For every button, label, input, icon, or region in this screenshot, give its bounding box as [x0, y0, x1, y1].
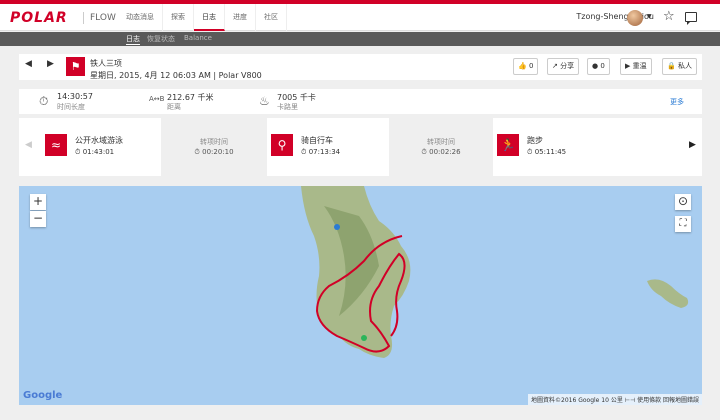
privacy-label: 私人	[677, 62, 692, 70]
stat-label: 卡路里	[277, 103, 298, 111]
subnav-diary[interactable]: 日志	[126, 34, 140, 45]
flame-icon: ♨	[259, 94, 270, 108]
run-icon: 🏃	[497, 134, 519, 156]
leg-bike[interactable]: ⚲ 骑自行车 ⏱ 07:13:34	[267, 118, 389, 176]
zoom-out-button[interactable]: −	[30, 211, 46, 227]
stat-label: 距离	[167, 103, 181, 111]
transition-time: ⏱ 00:20:10	[194, 148, 234, 156]
sport-legs: ◀ ≈ 公开水域游泳 ⏱ 01:43:01 转项时间 ⏱ 00:20:10 ⚲ …	[19, 118, 702, 176]
transition-time: ⏱ 00:02:26	[421, 148, 461, 156]
map-attribution[interactable]: 地圖資料©2016 Google 10 公里 ⊢⊣ 使用條款 回報地圖錯誤	[528, 394, 702, 405]
summary-stats: ⏱ 14:30:57 时间长度 A↔B 212.67 千米 距离 ♨ 7005 …	[19, 89, 702, 114]
nav-feed[interactable]: 动态消息	[118, 4, 163, 31]
leg-transition[interactable]: 转项时间 ⏱ 00:20:10	[161, 118, 267, 176]
replay-label: 重温	[632, 62, 647, 70]
comment-count: 0	[600, 62, 605, 70]
share-button[interactable]: ↗ 分享	[547, 58, 580, 75]
share-icon: ↗	[552, 62, 558, 70]
session-title: 铁人三项	[90, 59, 122, 68]
leg-time: ⏱ 07:13:34	[301, 148, 341, 156]
stat-label: 时间长度	[57, 103, 85, 111]
transition-name: 转项时间	[427, 138, 455, 146]
zoom-in-button[interactable]: +	[30, 194, 46, 210]
land-island	[647, 279, 689, 308]
avatar[interactable]	[627, 10, 643, 26]
fullscreen-icon[interactable]: ⛶	[675, 216, 691, 232]
prev-session-icon[interactable]: ◀	[25, 59, 32, 69]
subnav-balance[interactable]: Balance	[184, 34, 212, 42]
leg-time: ⏱ 01:43:01	[75, 148, 115, 156]
sub-navigation: 日志 恢复状态 Balance	[0, 32, 720, 46]
message-icon[interactable]	[685, 12, 697, 25]
star-icon[interactable]: ☆	[663, 9, 675, 24]
stat-value: 14:30:57	[57, 92, 93, 101]
main-nav: 动态消息 探索 日志 进度 社区	[118, 4, 287, 31]
leg-name: 跑步	[527, 136, 543, 145]
leg-transition[interactable]: 转项时间 ⏱ 00:02:26	[389, 118, 493, 176]
location-marker	[334, 224, 340, 230]
nav-explore[interactable]: 探索	[163, 4, 194, 31]
replay-button[interactable]: ▶ 重温	[620, 58, 652, 75]
top-navigation: POLAR FLOW 动态消息 探索 日志 进度 社区 Tzong-Sheng …	[0, 4, 720, 31]
nav-progress[interactable]: 进度	[225, 4, 256, 31]
play-icon: ▶	[625, 62, 631, 70]
comment-button[interactable]: ● 0	[587, 58, 610, 75]
like-button[interactable]: 👍 0	[513, 58, 539, 75]
leg-name: 公开水域游泳	[75, 136, 123, 145]
session-header: ◀ ▶ ⚑ 铁人三项 星期日, 2015, 4月 12 06:03 AM | P…	[19, 54, 702, 80]
polar-logo[interactable]: POLAR	[10, 10, 68, 26]
transition-name: 转项时间	[200, 138, 228, 146]
subnav-recovery[interactable]: 恢复状态	[147, 34, 175, 44]
next-legs-icon[interactable]: ▶	[689, 140, 696, 150]
next-session-icon[interactable]: ▶	[47, 59, 54, 69]
google-logo: Google	[23, 390, 63, 401]
flow-label: FLOW	[83, 12, 116, 24]
share-label: 分享	[560, 62, 575, 70]
privacy-button[interactable]: 🔒 私人	[662, 58, 697, 75]
thumbs-up-icon: 👍	[518, 62, 527, 70]
swim-icon: ≈	[45, 134, 67, 156]
stopwatch-icon: ⏱	[39, 94, 49, 108]
session-date: 星期日, 2015, 4月 12 06:03 AM | Polar V800	[90, 71, 262, 80]
prev-legs-icon[interactable]: ◀	[25, 140, 32, 150]
bike-icon: ⚲	[271, 134, 293, 156]
leg-name: 骑自行车	[301, 136, 333, 145]
lock-icon: 🔒	[667, 62, 676, 70]
nav-diary[interactable]: 日志	[194, 4, 225, 31]
route-start-marker	[361, 335, 367, 341]
nav-community[interactable]: 社区	[256, 4, 287, 31]
more-link[interactable]: 更多	[670, 97, 684, 107]
chevron-down-icon[interactable]: ▼	[647, 13, 652, 20]
leg-swim[interactable]: ≈ 公开水域游泳 ⏱ 01:43:01	[41, 118, 161, 176]
like-count: 0	[528, 62, 534, 70]
leg-time: ⏱ 05:11:45	[527, 148, 567, 156]
triathlon-icon: ⚑	[66, 57, 85, 76]
leg-run[interactable]: 🏃 跑步 ⏱ 05:11:45	[493, 118, 673, 176]
route-map[interactable]: + − ⊙ ⛶ Google 地圖資料©2016 Google 10 公里 ⊢⊣…	[19, 186, 702, 405]
map-canvas	[301, 186, 689, 358]
distance-icon: A↔B	[149, 95, 165, 103]
comment-icon: ●	[592, 62, 599, 70]
locate-icon[interactable]: ⊙	[675, 194, 691, 210]
